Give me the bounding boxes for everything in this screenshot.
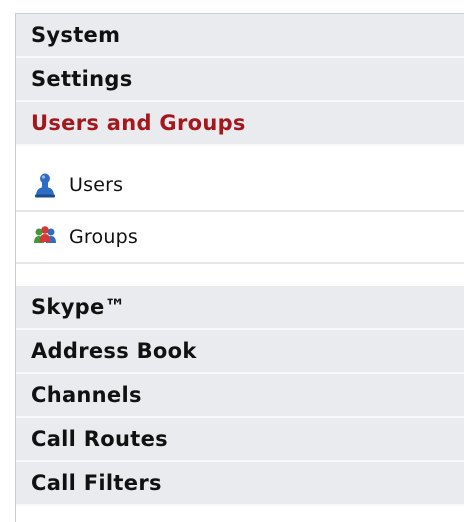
- user-icon: [33, 172, 57, 198]
- submenu-item-groups[interactable]: Groups: [16, 212, 464, 264]
- nav-section-settings[interactable]: Settings: [16, 58, 464, 102]
- submenu-item-label: Groups: [69, 226, 138, 248]
- nav-section-channels[interactable]: Channels: [16, 374, 464, 418]
- group-icon: [33, 224, 57, 250]
- submenu-item-label: Users: [69, 174, 124, 196]
- users-and-groups-submenu: Users Groups: [16, 146, 464, 286]
- nav-section-label: Call Routes: [31, 427, 168, 451]
- nav-section-label: System: [31, 23, 121, 47]
- submenu-item-users[interactable]: Users: [16, 160, 464, 212]
- nav-section-call-filters[interactable]: Call Filters: [16, 462, 464, 506]
- nav-section-label: Channels: [31, 383, 142, 407]
- nav-section-address-book[interactable]: Address Book: [16, 330, 464, 374]
- nav-section-skype[interactable]: Skype™: [16, 286, 464, 330]
- nav-section-users-and-groups[interactable]: Users and Groups: [16, 102, 464, 146]
- nav-section-label: Skype™: [31, 295, 126, 319]
- nav-section-label: Address Book: [31, 339, 197, 363]
- nav-section-label: Settings: [31, 67, 133, 91]
- navigation-panel: System Settings Users and Groups Users G…: [15, 13, 464, 522]
- nav-section-label: Call Filters: [31, 471, 162, 495]
- nav-section-call-routes[interactable]: Call Routes: [16, 418, 464, 462]
- nav-section-label: Users and Groups: [31, 111, 246, 135]
- nav-section-system[interactable]: System: [16, 14, 464, 58]
